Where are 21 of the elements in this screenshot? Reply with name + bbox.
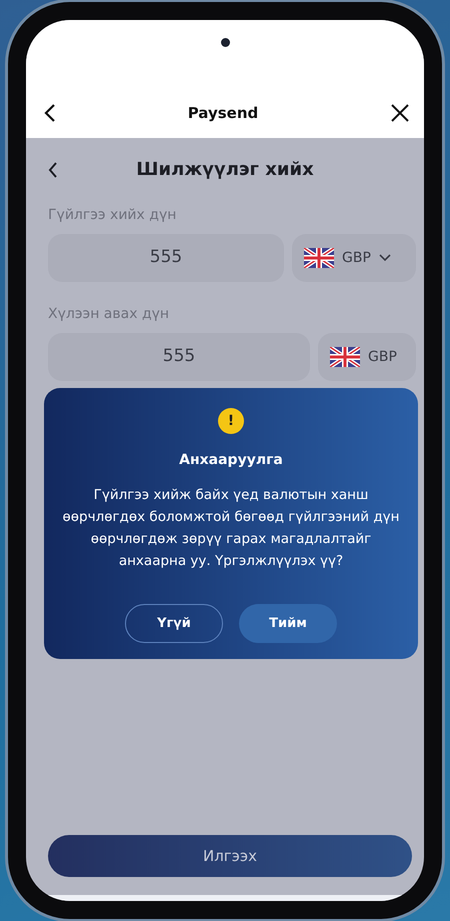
currency-selector[interactable]: GBP	[292, 234, 416, 282]
currency-selector[interactable]: GBP	[318, 333, 416, 381]
flag-icon	[330, 347, 360, 367]
send-button[interactable]: Илгээх	[48, 835, 412, 877]
back-icon[interactable]	[44, 102, 56, 123]
warning-icon: !	[218, 408, 244, 434]
back-icon[interactable]	[48, 162, 58, 178]
field-label: Гүйлгээ хийх дүн	[48, 206, 178, 225]
dialog-title: Анхааруулга	[178, 451, 284, 470]
close-icon[interactable]	[390, 102, 410, 123]
amount-field[interactable]: 555	[48, 333, 310, 381]
chevron-down-icon	[378, 254, 391, 262]
dialog-button[interactable]: Үгүй	[125, 604, 223, 644]
amount-field[interactable]: 555	[48, 234, 284, 282]
app-title: Paysend	[188, 102, 258, 124]
field-label: Хүлээн авах дүн	[48, 305, 170, 324]
page-title: Шилжүүлэг хийх	[135, 158, 315, 182]
flag-icon	[304, 248, 334, 268]
dialog-message: Гүйлгээ хийж байх үед валютын ханш өөрчлөгдөх боломжтой бөгөөд гүйлгээний дүн өөрчлөгдөж зөрүү гарах магадлалтайг анхаарна уу. Үргэлжлүүлэх үү?	[62, 486, 400, 571]
camera-dot	[220, 38, 230, 47]
dialog-button[interactable]: Тийм	[239, 604, 337, 644]
